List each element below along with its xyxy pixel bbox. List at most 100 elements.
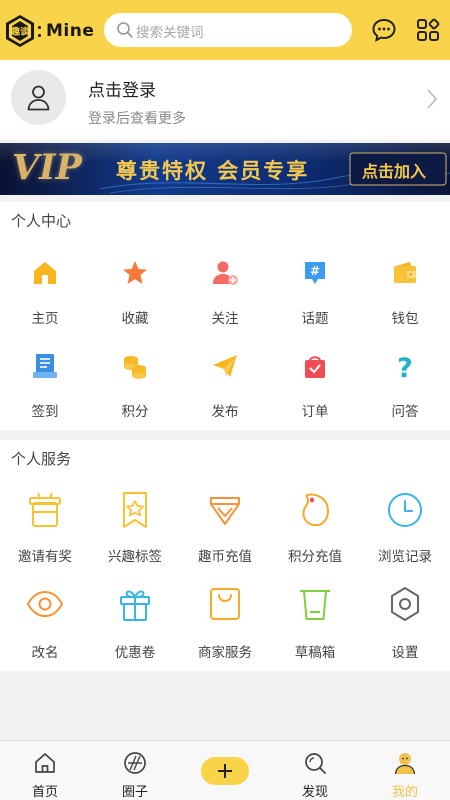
grid-item-points-recharge[interactable]: 积分充值 [270,488,360,578]
grid-item-points[interactable]: 积分 [90,345,180,435]
nav-item-mine[interactable]: 我的 [360,741,450,800]
nav-label: 我的 [391,785,418,800]
grid-label: 主页 [31,311,59,327]
wallet-icon [394,262,416,283]
diamond-recharge-icon [210,497,240,525]
app-header: 趣谈 Mine 搜索关键词 [0,0,450,60]
nav-item-discover[interactable]: 发现 [270,741,360,800]
topic-hash-icon: # [305,262,325,284]
grid-item-coin-recharge[interactable]: 趣币充值 [180,488,270,578]
grid-label: 浏览记录 [378,549,432,565]
login-title[interactable]: 点击登录 [88,76,156,101]
grid-item-orders[interactable]: 订单 [270,345,360,435]
search-placeholder: 搜索关键词 [136,25,204,41]
login-subtitle: 登录后查看更多 [88,111,186,127]
personal-service-title: 个人服务 [11,450,72,468]
vip-banner[interactable]: VIP 尊贵特权 会员专享 点击加入 [0,143,450,195]
grid-label: 邀请有奖 [18,549,72,565]
clock-icon [388,493,422,527]
trash-bin-icon [300,590,330,620]
grid-label: 草稿箱 [294,645,336,661]
logo-badge-icon: 趣谈 [6,15,34,47]
nav-label: 圈子 [121,785,148,800]
grid-item-settings[interactable]: 设置 [360,583,450,673]
grid-label: 钱包 [391,311,419,327]
gift-box-icon [29,492,61,527]
logo-badge-text: 趣谈 [10,26,30,38]
grid-label: 改名 [31,645,59,661]
apps-grid-icon[interactable] [415,17,441,43]
grid-label: 发布 [211,404,239,420]
nav-item-home[interactable]: 首页 [0,741,90,800]
user-login-card[interactable]: 点击登录 登录后查看更多 [0,60,450,140]
grid-item-coupons[interactable]: 优惠卷 [90,583,180,673]
grid-label: 积分充值 [288,549,342,565]
grid-item-publish[interactable]: 发布 [180,345,270,435]
grid-item-follow[interactable]: 关注 [180,252,270,342]
bag-icon [210,588,240,620]
personal-center-title: 个人中心 [11,212,72,230]
home-nav-icon [35,753,55,773]
grid-item-wallet[interactable]: 钱包 [360,252,450,342]
grid-item-home[interactable]: 主页 [0,252,90,342]
grid-item-history[interactable]: 浏览记录 [360,488,450,578]
tag-star-icon [123,492,147,528]
bottom-nav: 首页 圈子 发现 我的 [0,740,450,800]
vip-slogan: 尊贵特权 会员专享 [116,159,310,183]
nav-label: 发现 [301,785,328,800]
grid-label: 问答 [391,404,419,420]
grid-item-interest-tags[interactable]: 兴趣标签 [90,488,180,578]
vip-logo: VIP [12,147,82,188]
user-avatar-icon [27,85,50,111]
discover-nav-icon [305,753,326,774]
grid-item-qa[interactable]: ? 问答 [360,345,450,435]
nav-item-circle[interactable]: 圈子 [90,741,180,800]
gift-icon [120,590,150,621]
coins-icon [124,356,146,379]
eye-icon [26,590,64,618]
grid-label: 优惠卷 [114,645,156,661]
grid-item-invite[interactable]: 邀请有奖 [0,488,90,578]
chevron-right-icon [427,89,438,109]
bean-icon [302,493,329,527]
grid-item-drafts[interactable]: 草稿箱 [270,583,360,673]
vip-join-button[interactable]: 点击加入 [362,158,426,182]
mine-nav-icon [394,753,416,775]
message-chat-icon[interactable] [371,17,397,43]
grid-label: 趣币充值 [198,549,252,565]
app-logo[interactable]: 趣谈 Mine [4,12,96,52]
personal-center-section: 个人中心 主页 收藏 关注 # 话题 钱包 签到 积分 发布 订单 ? 问答 [0,202,450,430]
logo-dots [38,26,42,40]
personal-service-section: 个人服务 邀请有奖 兴趣标签 趣币充值 积分充值 浏览记录 改名 优惠卷 商家服… [0,440,450,671]
grid-label: 话题 [301,311,329,327]
follow-user-icon [213,261,238,285]
grid-item-favorites[interactable]: 收藏 [90,252,180,342]
grid-label: 订单 [301,404,329,420]
grid-item-rename[interactable]: 改名 [0,583,90,673]
star-icon [123,261,147,284]
circle-nav-icon [124,752,146,774]
nav-label: 首页 [31,785,58,800]
grid-label: 兴趣标签 [108,549,162,565]
question-icon: ? [397,353,413,381]
svg-text:#: # [310,264,320,278]
shopping-bag-icon [305,356,325,378]
logo-text: Mine [46,21,95,41]
grid-label: 设置 [391,645,419,661]
search-bar[interactable]: 搜索关键词 [104,13,352,47]
checkin-icon [33,354,57,378]
settings-hexagon-icon [391,587,419,621]
grid-label: 商家服务 [198,645,252,661]
plus-icon [218,764,232,778]
search-icon [117,22,133,38]
grid-label: 关注 [211,311,239,327]
grid-label: 积分 [121,404,149,420]
grid-item-checkin[interactable]: 签到 [0,345,90,435]
grid-item-merchant-services[interactable]: 商家服务 [180,583,270,673]
publish-plus-button[interactable] [201,757,249,785]
home-icon [34,262,56,284]
avatar [11,70,66,125]
paper-plane-icon [213,355,237,377]
grid-item-topic[interactable]: # 话题 [270,252,360,342]
grid-label: 收藏 [121,311,149,327]
